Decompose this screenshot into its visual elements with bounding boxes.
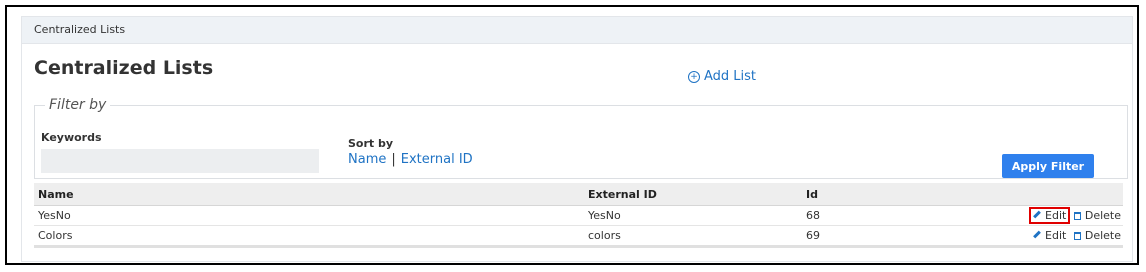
pencil-icon <box>1033 230 1041 239</box>
edit-button[interactable]: Edit <box>1029 207 1071 224</box>
screenshot-frame: Centralized Lists Centralized Lists + Add… <box>5 5 1139 265</box>
sort-separator: | <box>391 152 396 167</box>
breadcrumb: Centralized Lists <box>22 17 1132 44</box>
apply-filter-button[interactable]: Apply Filter <box>1002 154 1094 178</box>
column-header-id: Id <box>802 183 942 206</box>
row-name-link[interactable]: Colors <box>34 225 584 248</box>
page-title: Centralized Lists <box>34 57 214 79</box>
edit-label: Edit <box>1045 229 1067 242</box>
table-row: Colors colors 69 Edit Delete <box>34 225 1123 248</box>
delete-button[interactable]: Delete <box>1072 209 1123 222</box>
edit-button[interactable]: Edit <box>1031 229 1068 242</box>
sort-by-label: Sort by <box>348 137 394 150</box>
table-row: YesNo YesNo 68 Edit Delete <box>34 205 1123 226</box>
row-actions: Edit Delete <box>942 225 1123 248</box>
add-list-label: Add List <box>704 69 757 84</box>
row-id: 68 <box>802 205 942 226</box>
delete-label: Delete <box>1084 229 1121 242</box>
keywords-label: Keywords <box>41 131 102 144</box>
edit-label: Edit <box>1045 209 1067 222</box>
filter-legend: Filter by <box>49 97 107 113</box>
trash-icon <box>1073 212 1081 220</box>
sort-by-external-id-link[interactable]: External ID <box>401 152 473 167</box>
row-name-link[interactable]: YesNo <box>34 205 584 226</box>
column-header-name: Name <box>34 183 584 206</box>
table-header-row: Name External ID Id <box>34 183 1123 206</box>
lists-table: Name External ID Id YesNo YesNo 68 Edit … <box>34 183 1123 248</box>
row-external-id: colors <box>584 225 802 248</box>
column-header-actions <box>942 183 1123 206</box>
add-list-link[interactable]: + Add List <box>688 69 756 84</box>
row-external-id: YesNo <box>584 205 802 226</box>
plus-circle-icon: + <box>688 71 700 83</box>
keywords-input[interactable] <box>41 149 319 173</box>
row-actions: Edit Delete <box>942 205 1123 226</box>
column-header-external-id: External ID <box>584 183 802 206</box>
row-id: 69 <box>802 225 942 248</box>
sort-by-name-link[interactable]: Name <box>348 152 386 167</box>
pencil-icon <box>1033 210 1041 219</box>
trash-icon <box>1073 232 1081 240</box>
delete-button[interactable]: Delete <box>1072 229 1123 242</box>
sort-options: Name | External ID <box>348 152 473 167</box>
delete-label: Delete <box>1084 209 1121 222</box>
lists-panel: Centralized Lists Centralized Lists + Add… <box>21 16 1133 262</box>
filter-fieldset: Filter by Keywords Sort by Name | External… <box>34 97 1128 179</box>
